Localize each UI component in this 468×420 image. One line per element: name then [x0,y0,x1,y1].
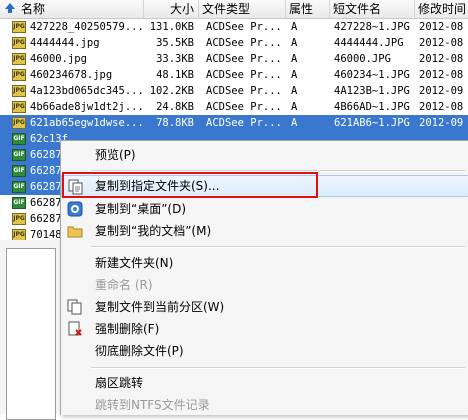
file-name: 46000.jpg [30,53,87,65]
file-row[interactable]: JPG 4b66ade8jw1dt2j... 24.8KB ACDSee Pr.… [0,99,468,115]
file-attr: A [291,117,298,129]
file-modified: 2012-08 [419,101,464,113]
file-short-name: 4B66AD~1.JPG [334,101,410,113]
jpg-file-icon: JPG [12,21,26,33]
menu-label: 复制到“桌面”(D) [95,202,187,216]
file-attr: A [291,21,298,33]
file-row-selected[interactable]: JPG 621ab65egw1dwse... 78.8KB ACDSee Pr.… [0,115,468,131]
file-name: 460234678.jpg [30,69,113,81]
gif-file-icon: GIF [12,149,26,161]
file-row[interactable]: JPG 427228_40250579... 131.0KB ACDSee Pr… [0,19,468,35]
file-type: ACDSee Pr... [206,101,282,113]
file-type: ACDSee Pr... [206,37,282,49]
column-header: 名称 大小 文件类型 属性 短文件名 修改时间 [0,0,468,19]
file-row[interactable]: JPG 46000.jpg 33.3KB ACDSee Pr... A 4600… [0,51,468,67]
file-name: 621ab65egw1dwse... [30,117,142,129]
menu-item-copy-to-partition[interactable]: 复制文件到当前分区(W) [61,296,468,318]
file-name: 4444444.jpg [30,37,100,49]
menu-label: 重命名 (R) [95,278,153,292]
jpg-file-icon: JPG [12,101,26,113]
menu-item-ntfs-jump[interactable]: 跳转到NTFS文件记录 [61,394,468,416]
file-modified: 2012-08 [419,21,464,33]
menu-label: 彻底删除文件(P) [95,344,184,358]
delete-file-icon [68,321,82,336]
menu-label: 复制文件到当前分区(W) [95,300,225,314]
file-modified: 2012-08 [419,69,464,81]
file-row[interactable]: JPG 460234678.jpg 48.1KB ACDSee Pr... A … [0,67,468,83]
file-short-name: 427228~1.JPG [334,21,410,33]
file-type: ACDSee Pr... [206,69,282,81]
jpg-file-icon: JPG [12,85,26,97]
file-size: 48.1KB [156,69,194,81]
menu-label: 强制删除(F) [95,322,160,336]
menu-label: 新建文件夹(N) [95,256,174,270]
file-short-name: 460234~1.JPG [334,69,410,81]
jpg-file-icon: JPG [12,213,26,225]
gif-file-icon: GIF [12,133,26,145]
file-size: 131.0KB [149,21,194,33]
file-size: 35.5KB [156,37,194,49]
folder-icon [67,226,83,238]
menu-item-copy-to-documents[interactable]: 复制到“我的文档”(M) [61,220,468,242]
file-row[interactable]: JPG 4444444.jpg 35.5KB ACDSee Pr... A 44… [0,35,468,51]
file-type: ACDSee Pr... [206,85,282,97]
menu-item-copy-to-desktop[interactable]: 复制到“桌面”(D) [61,198,468,220]
jpg-file-icon: JPG [12,53,26,65]
menu-item-preview[interactable]: 预览(P) [61,144,468,166]
file-size: 102.2KB [149,85,194,97]
column-attr[interactable]: 属性 [286,0,330,18]
column-modified[interactable]: 修改时间 [415,0,468,18]
file-name: 4b66ade8jw1dt2j... [30,101,142,113]
file-modified: 2012-09 [419,117,464,129]
menu-label: 复制到“我的文档”(M) [95,224,212,238]
side-pane [0,240,63,420]
file-size: 78.8KB [156,117,194,129]
file-modified: 2012-09 [419,85,464,97]
file-short-name: 621AB6~1.JPG [334,117,410,129]
menu-label: 跳转到NTFS文件记录 [95,398,210,412]
highlight-annotation-box [62,172,318,198]
menu-separator [91,367,465,369]
side-pane-panel [6,248,56,420]
file-name: 4a123bd065dc345... [30,85,142,97]
gif-file-icon: GIF [12,165,26,177]
file-attr: A [291,101,298,113]
gif-file-icon: GIF [12,197,26,209]
file-short-name: 4A123B~1.JPG [334,85,410,97]
file-attr: A [291,85,298,97]
copy-icon [67,299,82,315]
file-attr: A [291,37,298,49]
desktop-icon [67,201,83,217]
file-attr: A [291,53,298,65]
file-type: ACDSee Pr... [206,117,282,129]
menu-label: 预览(P) [95,148,136,162]
file-short-name: 46000.JPG [334,53,391,65]
menu-item-sector-jump[interactable]: 扇区跳转 [61,372,468,394]
jpg-file-icon: JPG [12,117,26,129]
file-attr: A [291,69,298,81]
file-modified: 2012-08 [419,53,464,65]
file-short-name: 4444444.JPG [334,37,404,49]
file-size: 24.8KB [156,101,194,113]
file-name: 427228_40250579... [30,21,142,33]
menu-label: 扇区跳转 [95,376,144,390]
jpg-file-icon: JPG [12,69,26,81]
menu-item-new-folder[interactable]: 新建文件夹(N) [61,252,468,274]
file-row[interactable]: JPG 4a123bd065dc345... 102.2KB ACDSee Pr… [0,83,468,99]
jpg-file-icon: JPG [12,37,26,49]
sort-up-icon[interactable] [4,2,16,14]
gif-file-icon: GIF [12,181,26,193]
file-size: 33.3KB [156,53,194,65]
column-type[interactable]: 文件类型 [199,0,286,18]
column-size[interactable]: 大小 [144,0,199,18]
column-name[interactable]: 名称 [18,0,144,18]
menu-item-wipe-file[interactable]: 彻底删除文件(P) [61,340,468,362]
menu-separator [91,246,465,248]
menu-item-rename[interactable]: 重命名 (R) [61,274,468,296]
file-type: ACDSee Pr... [206,21,282,33]
file-modified: 2012-08 [419,37,464,49]
column-short-name[interactable]: 短文件名 [330,0,415,18]
file-type: ACDSee Pr... [206,53,282,65]
menu-item-force-delete[interactable]: 强制删除(F) [61,318,468,340]
